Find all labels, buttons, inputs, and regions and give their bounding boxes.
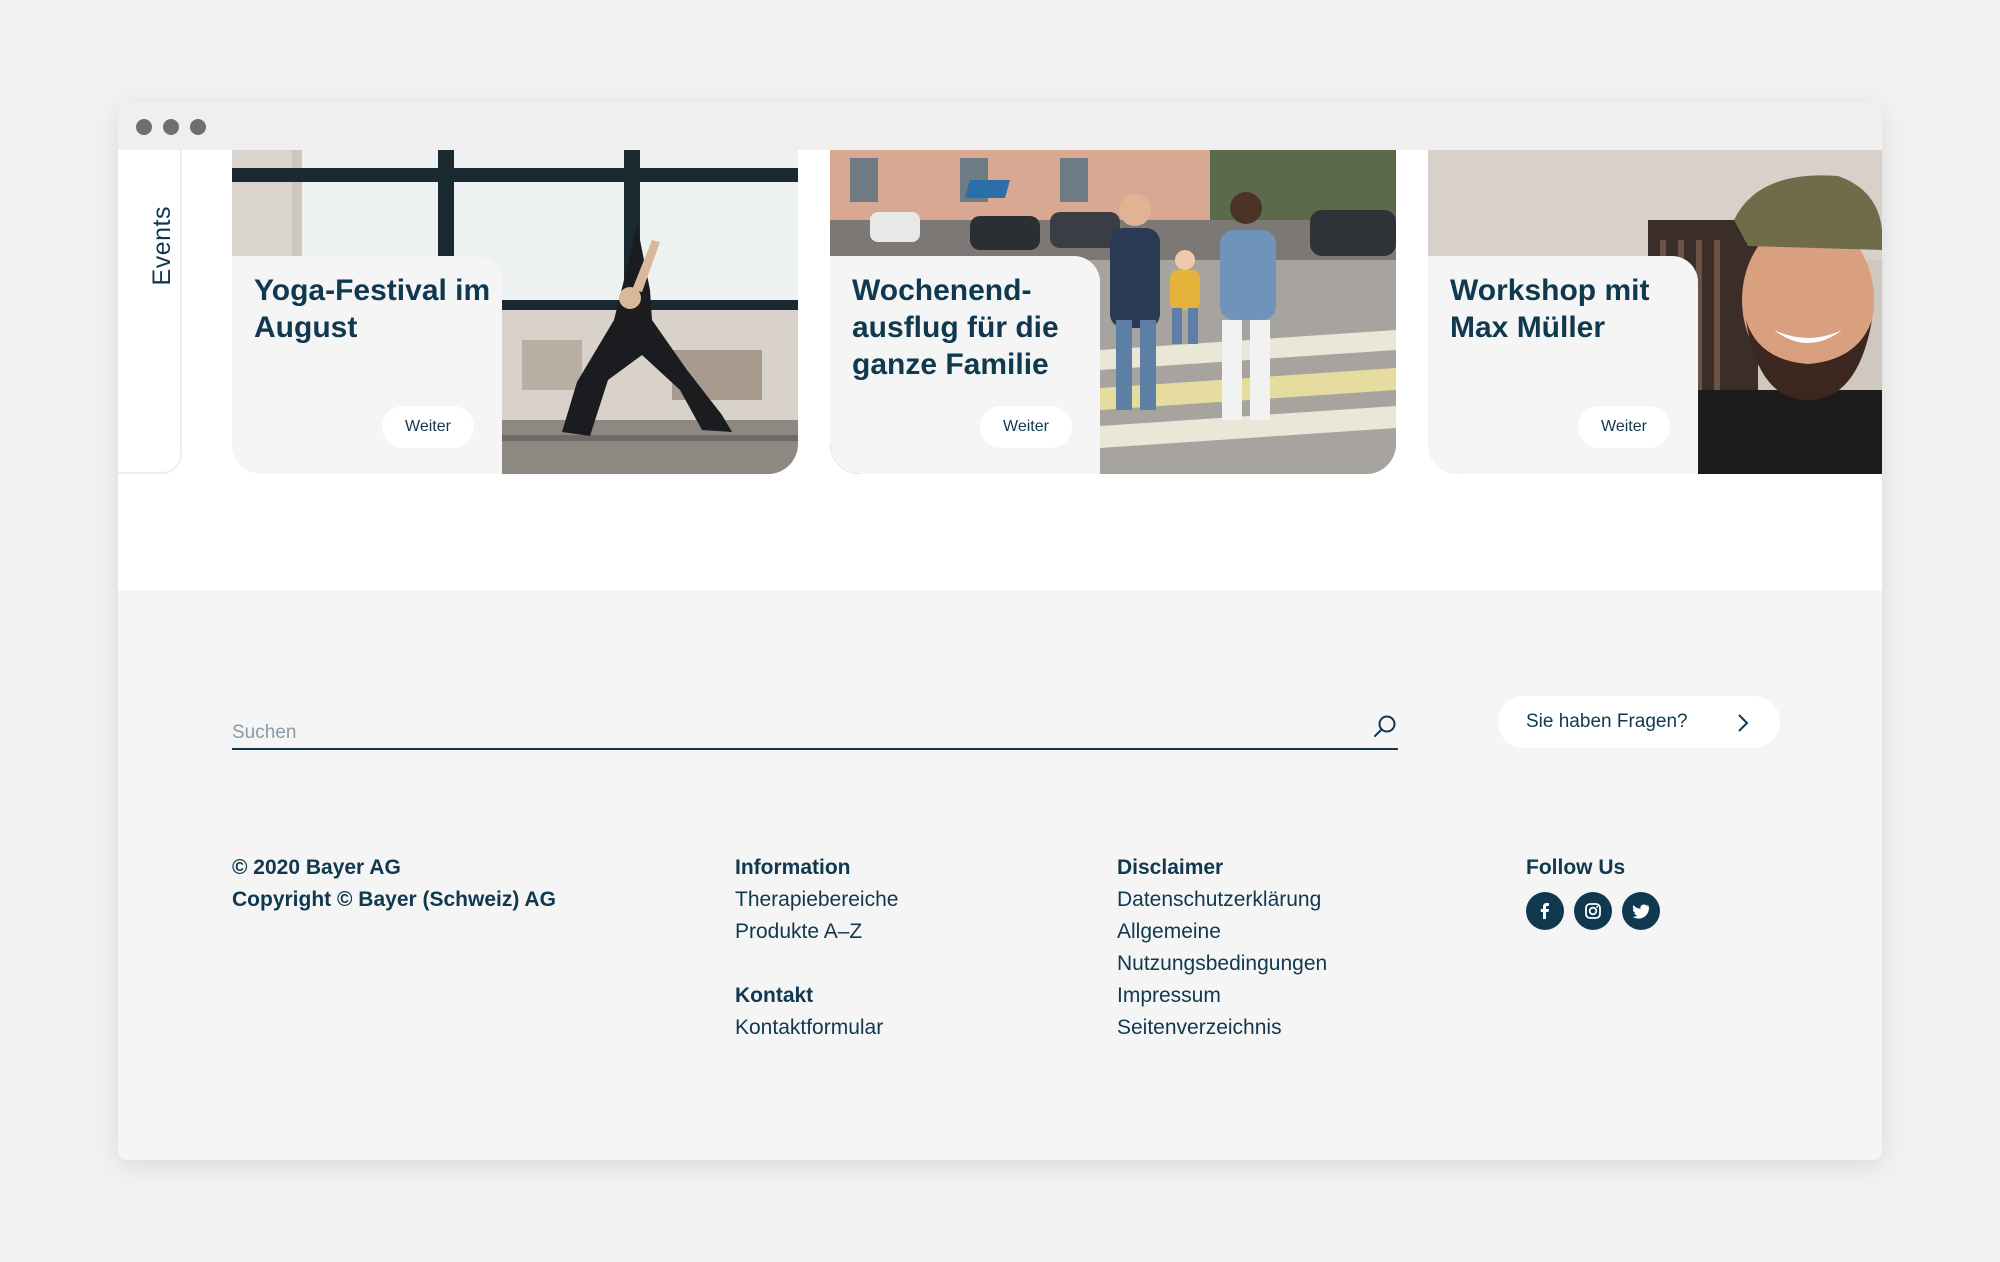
event-card-family[interactable]: Wochenend-ausflug für die ganze Familie … [830,150,1396,474]
copyright-line: Copyright © Bayer (Schweiz) AG [232,888,556,911]
kontakt-heading: Kontakt [735,984,814,1007]
disclaimer-column: Disclaimer Datenschutzerklärung Allgemei… [1117,852,1327,1044]
search-bar [232,710,1398,750]
card-title: Yoga-Festival im August [254,274,491,344]
weiter-button[interactable]: Weiter [382,406,474,448]
faq-button-label: Sie haben Fragen? [1526,711,1688,732]
window-control-minimize[interactable] [163,119,179,135]
facebook-icon[interactable] [1526,892,1564,930]
search-input[interactable] [232,710,1332,748]
footer-link-produkte[interactable]: Produkte A–Z [735,916,898,948]
footer-link-allgemeine[interactable]: Allgemeine [1117,916,1327,948]
chevron-right-icon [1738,714,1749,732]
footer-link-impressum[interactable]: Impressum [1117,980,1327,1012]
events-side-tab[interactable]: Events [118,150,182,474]
events-tab-label: Events [148,206,176,286]
social-icons [1526,892,1660,930]
event-card-workshop[interactable]: Workshop mit Max Müller Weiter [1428,150,1882,474]
card-panel: Workshop mit Max Müller Weiter [1428,256,1698,474]
footer-link-seitenverzeichnis[interactable]: Seitenverzeichnis [1117,1012,1327,1044]
footer-link-nutzungsbedingungen[interactable]: Nutzungsbedingungen [1117,948,1327,980]
weiter-button[interactable]: Weiter [1578,406,1670,448]
card-panel: Wochenend-ausflug für die ganze Familie … [830,256,1100,474]
information-heading: Information [735,856,851,879]
footer-link-kontaktformular[interactable]: Kontaktformular [735,1012,898,1044]
follow-heading: Follow Us [1526,856,1626,879]
window-titlebar [118,102,1882,150]
site-footer: Sie haben Fragen? © 2020 Bayer AG Copyri… [118,590,1882,1160]
weiter-button[interactable]: Weiter [980,406,1072,448]
footer-link-therapiebereiche[interactable]: Therapiebereiche [735,884,898,916]
copyright-column: © 2020 Bayer AG Copyright © Bayer (Schwe… [232,852,556,916]
browser-window: Events Yoga-Festival im August Weiter Wo… [118,102,1882,1160]
card-title: Workshop mit Max Müller [1450,274,1650,344]
faq-button[interactable]: Sie haben Fragen? [1498,696,1780,748]
information-column: Information Therapiebereiche Produkte A–… [735,852,898,1044]
disclaimer-heading: Disclaimer [1117,856,1224,879]
search-icon[interactable] [1372,714,1398,740]
follow-column: Follow Us [1526,852,1660,930]
card-panel: Yoga-Festival im August Weiter [232,256,502,474]
copyright-line: © 2020 Bayer AG [232,856,401,879]
window-control-maximize[interactable] [190,119,206,135]
instagram-icon[interactable] [1574,892,1612,930]
card-title: Wochenend-ausflug für die ganze Familie [852,274,1059,381]
footer-link-datenschutz[interactable]: Datenschutzerklärung [1117,884,1327,916]
window-control-close[interactable] [136,119,152,135]
twitter-icon[interactable] [1622,892,1660,930]
event-card-yoga[interactable]: Yoga-Festival im August Weiter [232,150,798,474]
